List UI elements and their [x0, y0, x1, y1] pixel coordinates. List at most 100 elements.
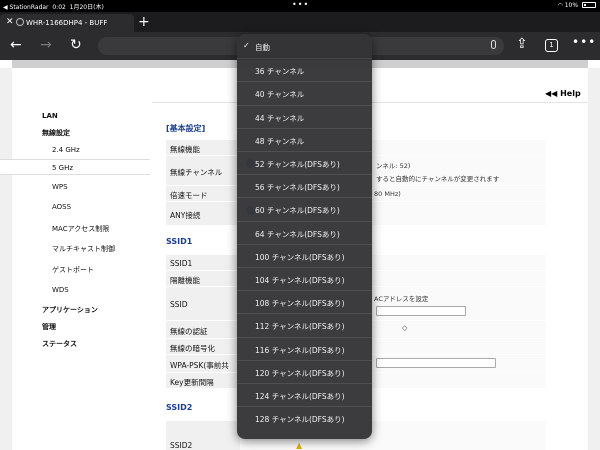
nav-wireless[interactable]: 無線設定 — [42, 128, 70, 138]
left-margin — [0, 68, 12, 450]
label-encryption: 無線の暗号化 — [170, 344, 215, 353]
more-menu-icon[interactable]: ••• — [572, 35, 596, 49]
label-bandwidth: 倍速モード — [170, 191, 208, 200]
dropdown-option[interactable]: 56 チャンネル(DFSあり) — [237, 174, 372, 197]
dropdown-option-label: 36 チャンネル — [255, 67, 305, 77]
dropdown-option-label: 128 チャンネル(DFSあり) — [255, 415, 345, 425]
tab-title: WHR-1166DHP4 - BUFF — [26, 19, 108, 27]
dropdown-option-label: 100 チャンネル(DFSあり) — [255, 252, 345, 262]
nav-status[interactable]: ステータス — [42, 339, 77, 349]
nav-lan[interactable]: LAN — [42, 112, 58, 120]
dropdown-option[interactable]: 100 チャンネル(DFSあり) — [237, 243, 372, 267]
nav-aoss[interactable]: AOSS — [52, 203, 71, 211]
dropdown-option[interactable]: 64 チャンネル(DFSあり) — [237, 220, 372, 244]
new-tab-plus-icon[interactable]: + — [138, 14, 150, 30]
status-left: ◀ StationRadar 0:02 1月20日(木) — [3, 2, 104, 11]
dropdown-option-label: 124 チャンネル(DFSあり) — [255, 392, 345, 401]
dropdown-option-label: 116 チャンネル(DFSあり) — [255, 345, 345, 355]
nav-24ghz[interactable]: 2.4 GHz — [52, 146, 80, 154]
dropdown-option[interactable]: 48 チャンネル — [237, 127, 372, 151]
right-margin — [588, 68, 600, 450]
nav-wps[interactable]: WPS — [52, 183, 68, 191]
label-ssid1: SSID1 — [170, 259, 193, 268]
basic-settings-title: [基本設定] — [166, 124, 206, 133]
ssid1-title: SSID1 — [166, 237, 193, 246]
multitask-dots-icon[interactable]: ••• — [292, 0, 309, 9]
dropdown-option[interactable]: ✓ 自動 — [237, 35, 372, 58]
dropdown-option-label: 108 チャンネル(DFSあり) — [255, 299, 345, 309]
ssid2-indicator-icon: ▲ — [296, 441, 303, 450]
nav-admin[interactable]: 管理 — [42, 322, 56, 332]
label-isolation: 隔離機能 — [170, 276, 200, 285]
status-time: 0:02 — [52, 4, 66, 11]
label-wireless-function: 無線機能 — [170, 145, 200, 154]
channel-dropdown-menu: ✓ 自動 36 チャンネル 40 チャンネル 44 チャンネル 48 チャンネル 52 チャ… — [237, 34, 372, 439]
label-any-connection: ANY接続 — [170, 211, 201, 220]
close-tab-icon[interactable]: ✕ — [6, 17, 14, 27]
dropdown-option[interactable]: 104 チャンネル(DFSあり) — [237, 267, 372, 290]
dropdown-option-label: 自動 — [255, 43, 270, 52]
ssid2-title: SSID2 — [166, 403, 193, 412]
wpa-psk-input[interactable] — [376, 358, 496, 368]
globe-icon — [16, 18, 24, 26]
auth-select-chevron-icon[interactable]: ◇ — [402, 324, 407, 332]
dropdown-option-label: 104 チャンネル(DFSあり) — [255, 276, 345, 285]
dropdown-option[interactable]: 40 チャンネル — [237, 81, 372, 104]
dropdown-option-label: 44 チャンネル — [255, 113, 305, 123]
tab-bar: ✕ WHR-1166DHP4 - BUFF + — [0, 12, 600, 32]
label-ssid2: SSID2 — [170, 441, 193, 450]
ssid-mac-fragment: ACアドレスを設定 — [374, 295, 429, 303]
label-wireless-channel: 無線チャンネル — [170, 168, 223, 177]
dropdown-option[interactable]: 120 チャンネル(DFSあり) — [237, 359, 372, 383]
battery-icon — [582, 2, 596, 8]
dropdown-option-label: 60 チャンネル(DFSあり) — [255, 206, 340, 216]
share-icon[interactable]: ⇪ — [516, 36, 528, 52]
dropdown-option-label: 52 チャンネル(DFSあり) — [255, 160, 340, 169]
status-date: 1月20日(木) — [69, 4, 104, 11]
channel-info-fragment: ンネル: 52) — [376, 162, 411, 170]
channel-note-fragment: すると自動的にチャンネルが変更されます — [376, 175, 500, 183]
forward-arrow-icon[interactable]: → — [40, 37, 52, 53]
dropdown-option[interactable]: 60 チャンネル(DFSあり) — [237, 197, 372, 220]
nav-wds[interactable]: WDS — [52, 286, 69, 294]
dropdown-option[interactable]: 128 チャンネル(DFSあり) — [237, 406, 372, 429]
nav-5ghz[interactable]: 5 GHz — [52, 164, 73, 172]
nav-applications[interactable]: アプリケーション — [42, 305, 98, 315]
dropdown-option[interactable]: 112 チャンネル(DFSあり) — [237, 313, 372, 336]
status-right: ◠ 10% — [558, 2, 596, 9]
dropdown-option[interactable]: 44 チャンネル — [237, 104, 372, 128]
dropdown-option[interactable]: 108 チャンネル(DFSあり) — [237, 290, 372, 313]
dropdown-option-label: 120 チャンネル(DFSあり) — [255, 368, 345, 378]
checkmark-icon: ✓ — [243, 41, 250, 50]
back-arrow-icon[interactable]: ← — [10, 37, 22, 53]
nav-active-highlight — [0, 159, 150, 175]
battery-percent: 10% — [564, 2, 579, 9]
dropdown-option[interactable]: 36 チャンネル — [237, 58, 372, 81]
label-wpa-psk: WPA-PSK(事前共 — [170, 361, 229, 370]
help-link[interactable]: ◀◀ Help — [545, 89, 581, 98]
dropdown-option-label: 112 チャンネル(DFSあり) — [255, 322, 345, 332]
wifi-icon: ◠ — [557, 2, 563, 9]
reload-icon[interactable]: ↻ — [70, 37, 82, 53]
dropdown-option[interactable]: 116 チャンネル(DFSあり) — [237, 336, 372, 360]
bandwidth-fragment: 80 MHz) — [374, 190, 401, 198]
nav-multicast[interactable]: マルチキャスト制御 — [52, 244, 115, 254]
dropdown-option-label: 48 チャンネル — [255, 136, 305, 146]
browser-tab[interactable]: ✕ WHR-1166DHP4 - BUFF — [0, 14, 134, 32]
dropdown-option[interactable]: 52 チャンネル(DFSあり) — [237, 151, 372, 174]
nav-mac-filter[interactable]: MACアクセス制限 — [52, 224, 109, 234]
label-key-interval: Key更新間隔 — [170, 378, 214, 387]
dropdown-option[interactable]: 124 チャンネル(DFSあり) — [237, 383, 372, 406]
nav-guest-port[interactable]: ゲストポート — [52, 265, 94, 275]
label-ssid: SSID — [170, 300, 188, 309]
tab-count-icon[interactable]: 1 — [545, 39, 558, 52]
ssid-input[interactable] — [376, 306, 466, 316]
dropdown-option-label: 56 チャンネル(DFSあり) — [255, 183, 340, 193]
back-to-app-link[interactable]: ◀ StationRadar — [3, 4, 49, 11]
microphone-icon[interactable] — [491, 40, 496, 49]
dropdown-option-label: 64 チャンネル(DFSあり) — [255, 229, 340, 239]
side-navigation — [12, 106, 152, 450]
dropdown-option-label: 40 チャンネル — [255, 90, 305, 100]
status-bar: ◀ StationRadar 0:02 1月20日(木) ••• ◠ 10% — [0, 0, 600, 12]
label-auth: 無線の認証 — [170, 327, 208, 336]
